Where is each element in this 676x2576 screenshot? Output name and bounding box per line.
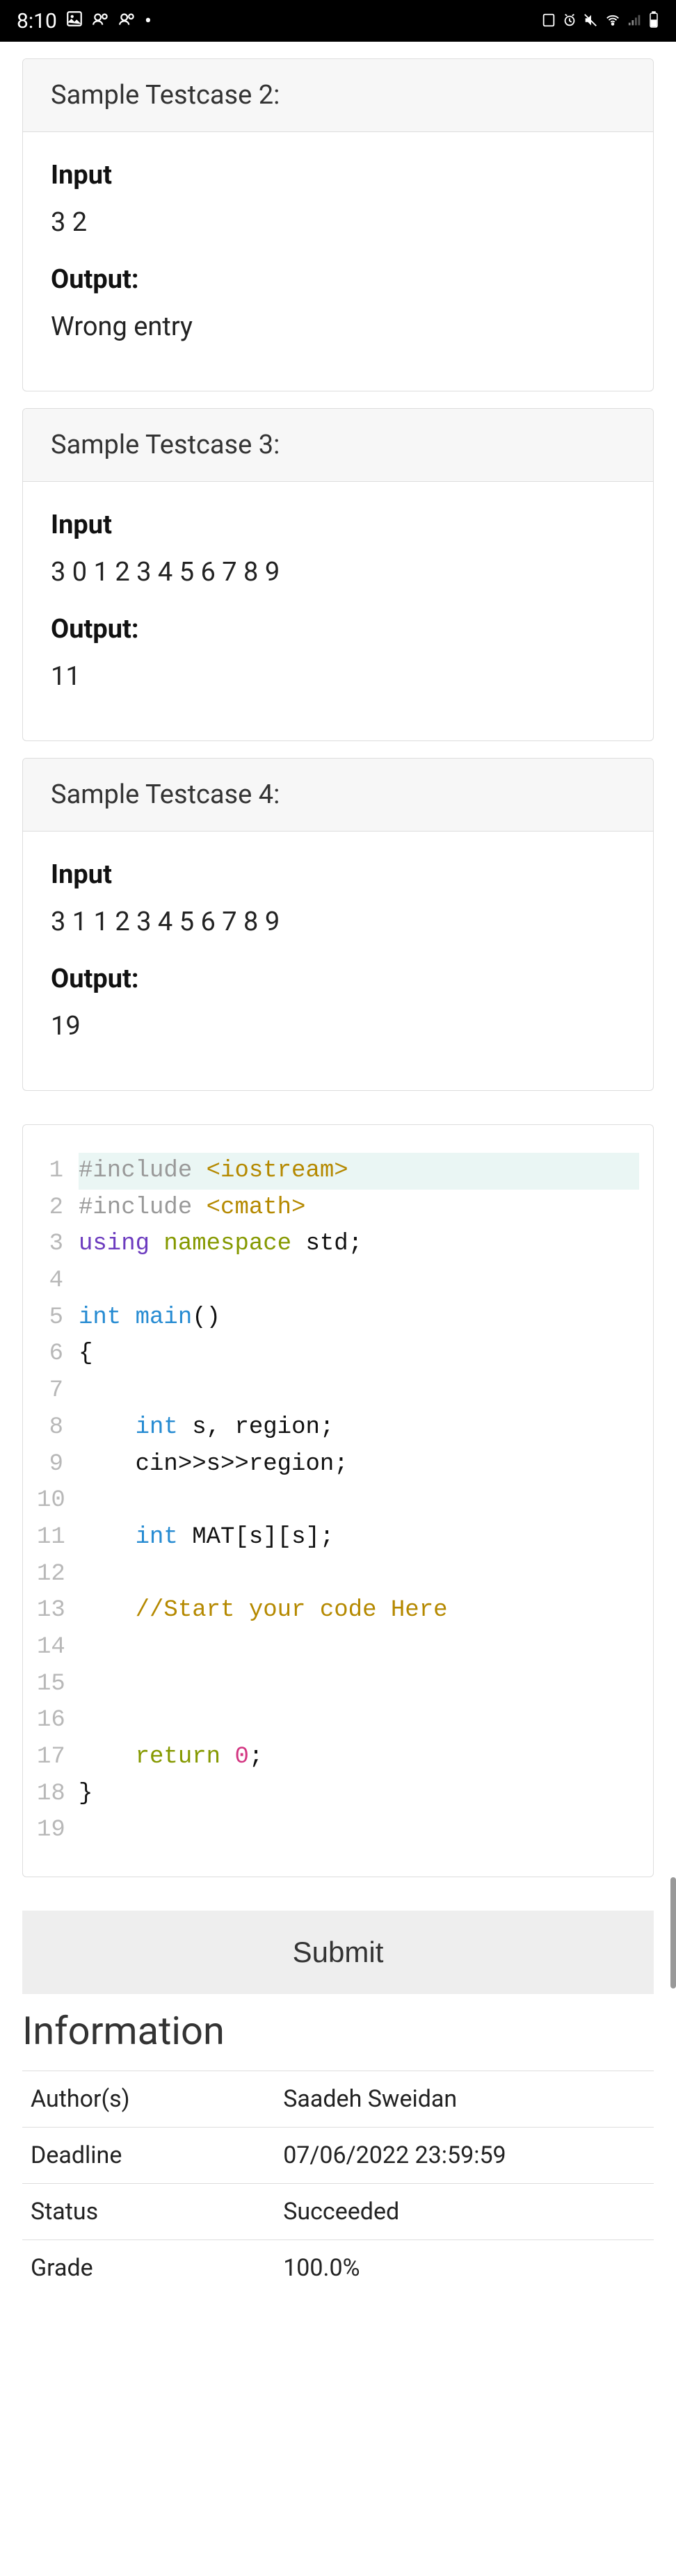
input-value: 3 1 1 2 3 4 5 6 7 8 9	[51, 907, 625, 937]
wifi-icon	[604, 9, 622, 33]
image-icon	[65, 9, 83, 33]
line-number: 15	[37, 1666, 79, 1703]
output-value: 19	[51, 1011, 625, 1042]
info-value: Succeeded	[275, 2184, 654, 2240]
code-area[interactable]: 1#include <iostream> 2#include <cmath> 3…	[37, 1153, 639, 1849]
battery-icon	[648, 9, 659, 33]
input-label: Input	[51, 859, 625, 890]
code-line[interactable]: 15	[37, 1666, 639, 1703]
line-number: 12	[37, 1556, 79, 1593]
line-number: 7	[37, 1372, 79, 1409]
testcase-card: Sample Testcase 4: Input 3 1 1 2 3 4 5 6…	[22, 758, 654, 1091]
line-number: 4	[37, 1263, 79, 1299]
information-heading: Information	[22, 2008, 654, 2054]
info-row-author: Author(s)Saadeh Sweidan	[22, 2071, 654, 2128]
line-number: 19	[37, 1812, 79, 1849]
code-line[interactable]: 5int main()	[37, 1299, 639, 1336]
info-label: Author(s)	[22, 2071, 275, 2128]
info-value: 07/06/2022 23:59:59	[275, 2128, 654, 2184]
line-number: 1	[37, 1153, 79, 1190]
scrollbar-thumb[interactable]	[670, 1877, 676, 1988]
code-line[interactable]: 17 return 0;	[37, 1739, 639, 1776]
information-table: Author(s)Saadeh Sweidan Deadline07/06/20…	[22, 2071, 654, 2296]
info-row-status: StatusSucceeded	[22, 2184, 654, 2240]
status-left: 8:10 •	[17, 9, 152, 33]
line-number: 2	[37, 1190, 79, 1226]
teams2-icon	[118, 9, 136, 33]
code-line[interactable]: 6{	[37, 1336, 639, 1372]
line-number: 18	[37, 1776, 79, 1813]
line-number: 8	[37, 1409, 79, 1446]
mute-icon	[583, 9, 598, 33]
code-line[interactable]: 16	[37, 1702, 639, 1739]
code-line[interactable]: 1#include <iostream>	[37, 1153, 639, 1190]
testcase-body: Input 3 2 Output: Wrong entry	[23, 132, 653, 391]
testcase-body: Input 3 0 1 2 3 4 5 6 7 8 9 Output: 11	[23, 482, 653, 740]
line-number: 6	[37, 1336, 79, 1372]
output-label: Output:	[51, 614, 625, 645]
input-value: 3 0 1 2 3 4 5 6 7 8 9	[51, 557, 625, 588]
code-line[interactable]: 3using namespace std;	[37, 1226, 639, 1263]
code-line[interactable]: 9 cin>>s>>region;	[37, 1446, 639, 1483]
line-number: 3	[37, 1226, 79, 1263]
output-label: Output:	[51, 964, 625, 994]
testcase-title: Sample Testcase 2:	[23, 59, 653, 132]
line-number: 5	[37, 1299, 79, 1336]
input-label: Input	[51, 160, 625, 191]
code-line[interactable]: 2#include <cmath>	[37, 1190, 639, 1226]
more-dot: •	[145, 9, 152, 33]
testcase-card: Sample Testcase 2: Input 3 2 Output: Wro…	[22, 58, 654, 391]
line-number: 17	[37, 1739, 79, 1776]
code-line[interactable]: 14	[37, 1629, 639, 1666]
output-value: Wrong entry	[51, 311, 625, 342]
teams-icon	[92, 9, 110, 33]
code-line[interactable]: 11 int MAT[s][s];	[37, 1519, 639, 1556]
line-number: 16	[37, 1702, 79, 1739]
testcase-card: Sample Testcase 3: Input 3 0 1 2 3 4 5 6…	[22, 408, 654, 741]
testcase-title: Sample Testcase 3:	[23, 409, 653, 482]
status-right	[541, 9, 659, 33]
input-value: 3 2	[51, 207, 625, 238]
testcase-title: Sample Testcase 4:	[23, 759, 653, 832]
output-value: 11	[51, 661, 625, 692]
info-row-deadline: Deadline07/06/2022 23:59:59	[22, 2128, 654, 2184]
code-line[interactable]: 13 //Start your code Here	[37, 1592, 639, 1629]
input-label: Input	[51, 510, 625, 540]
page-content: Sample Testcase 2: Input 3 2 Output: Wro…	[0, 58, 676, 2324]
info-row-grade: Grade100.0%	[22, 2240, 654, 2296]
signal-icon	[627, 9, 643, 33]
code-line[interactable]: 19	[37, 1812, 639, 1849]
code-line[interactable]: 12	[37, 1556, 639, 1593]
output-label: Output:	[51, 264, 625, 295]
testcase-body: Input 3 1 1 2 3 4 5 6 7 8 9 Output: 19	[23, 832, 653, 1090]
info-value: 100.0%	[275, 2240, 654, 2296]
line-number: 13	[37, 1592, 79, 1629]
code-line[interactable]: 18}	[37, 1776, 639, 1813]
alarm-icon	[562, 9, 577, 33]
code-line[interactable]: 4	[37, 1263, 639, 1299]
code-editor[interactable]: 1#include <iostream> 2#include <cmath> 3…	[22, 1124, 654, 1877]
card-icon	[541, 9, 556, 33]
info-label: Deadline	[22, 2128, 275, 2184]
android-status-bar: 8:10 •	[0, 0, 676, 42]
info-value: Saadeh Sweidan	[275, 2071, 654, 2128]
line-number: 10	[37, 1482, 79, 1519]
info-label: Status	[22, 2184, 275, 2240]
submit-button[interactable]: Submit	[22, 1911, 654, 1994]
info-label: Grade	[22, 2240, 275, 2296]
code-line[interactable]: 10	[37, 1482, 639, 1519]
code-line[interactable]: 8 int s, region;	[37, 1409, 639, 1446]
line-number: 11	[37, 1519, 79, 1556]
status-time: 8:10	[17, 9, 57, 33]
code-line[interactable]: 7	[37, 1372, 639, 1409]
line-number: 9	[37, 1446, 79, 1483]
line-number: 14	[37, 1629, 79, 1666]
